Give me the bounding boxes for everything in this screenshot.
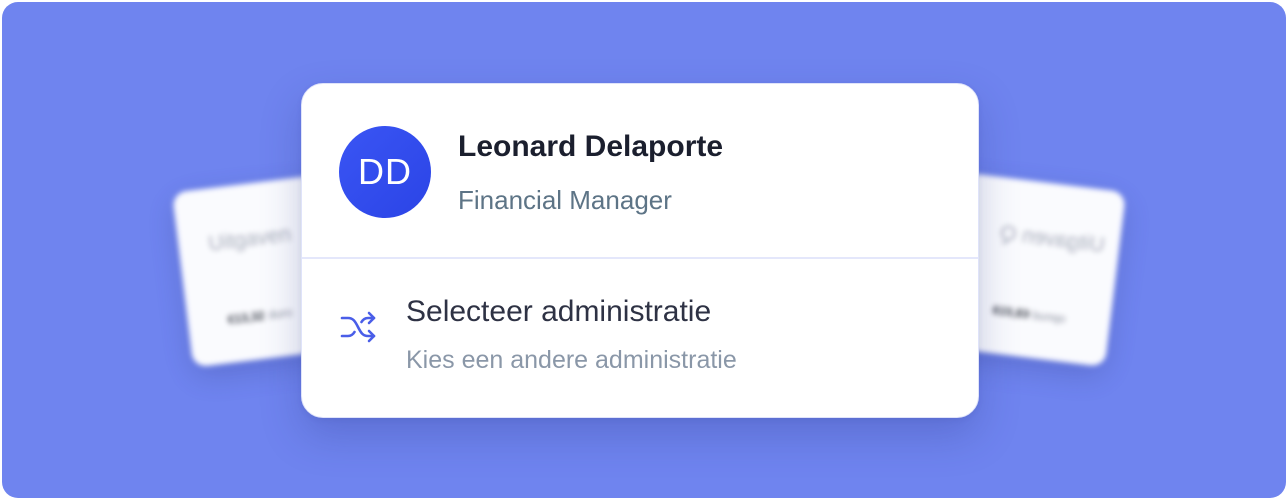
select-administration-subtitle: Kies een andere administratie [406,346,737,374]
user-role: Financial Manager [458,185,672,215]
background-card-amount: €13,32 duro [227,305,293,327]
user-name: Leonard Delaporte [458,130,724,163]
shuffle-icon [338,307,378,347]
divider [302,257,978,259]
account-popover: DD Leonard Delaporte Financial Manager S… [301,83,979,418]
background-card-amount-value: €8,019 [991,303,1030,322]
select-administration-title: Selecteer administratie [406,295,712,328]
select-administration-item[interactable]: Selecteer administratie Kies een andere … [302,260,978,417]
avatar-initials: DD [358,151,412,192]
background-card-amount-prefix: opnud [1031,307,1067,326]
background-card-title: Uitgaven [207,222,293,256]
background-card-amount-suffix: duro [267,305,294,322]
hero-background: Uitgaven €13,32 duro Uitgaven Q opnud €8,… [2,2,1286,498]
background-card-title: Uitgaven Q [998,221,1106,258]
avatar[interactable]: DD [339,126,431,218]
background-card-amount-value: €13,32 [227,308,266,327]
background-card-amount: opnud €8,019 [988,303,1067,326]
